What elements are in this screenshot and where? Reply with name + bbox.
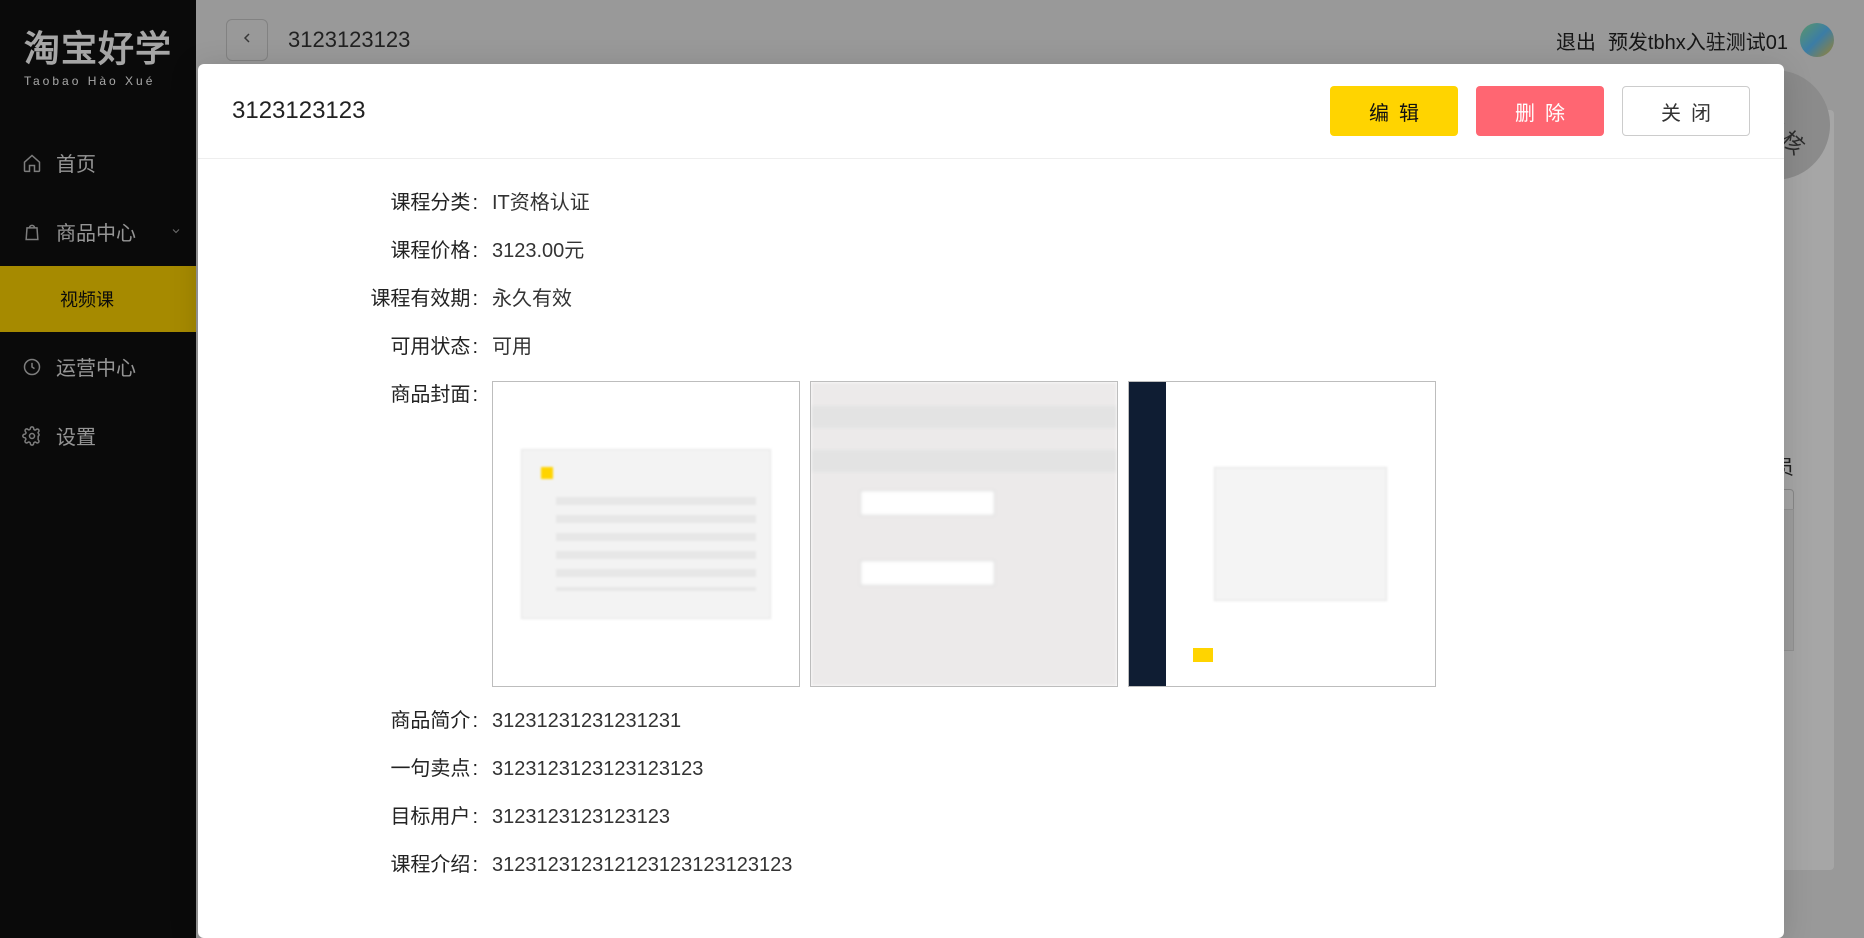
cover-thumbnail-1[interactable]	[492, 381, 800, 687]
sidebar-item-settings[interactable]: 设置	[0, 401, 196, 470]
sidebar-item-goods-center[interactable]: 商品中心	[0, 197, 196, 266]
sidebar-item-home[interactable]: 首页	[0, 128, 196, 197]
sidebar-item-label: 商品中心	[56, 217, 136, 246]
field-label: 商品简介	[278, 707, 478, 735]
modal-header: 3123123123 编辑 删除 关闭	[198, 64, 1784, 159]
sidebar-nav: 首页 商品中心 视频课 运营中心 设置	[0, 128, 196, 470]
field-label: 商品封面	[278, 381, 478, 409]
delete-button[interactable]: 删除	[1476, 86, 1604, 136]
username-label[interactable]: 预发tbhx入驻测试01	[1608, 26, 1788, 55]
sidebar-item-label: 视频课	[60, 286, 114, 312]
field-target-user: 目标用户 3123123123123123	[278, 803, 1734, 831]
sidebar: 淘宝好学 Taobao Hào Xué 首页 商品中心 视频课 运营中心	[0, 0, 196, 938]
field-intro: 课程介绍 312312312312123123123123123	[278, 851, 1734, 879]
field-value: 312312312312123123123123123	[492, 851, 792, 879]
topbar-left: 3123123123	[226, 19, 410, 61]
sidebar-item-operation-center[interactable]: 运营中心	[0, 332, 196, 401]
field-availability: 可用状态 可用	[278, 333, 1734, 361]
home-icon	[22, 153, 42, 173]
chevron-down-icon	[170, 224, 182, 240]
course-detail-modal: 3123123123 编辑 删除 关闭 课程分类 IT资格认证 课程价格 312…	[198, 64, 1784, 938]
modal-actions: 编辑 删除 关闭	[1330, 86, 1750, 136]
bag-icon	[22, 222, 42, 242]
avatar-icon[interactable]	[1800, 23, 1834, 57]
field-label: 课程价格	[278, 237, 478, 265]
back-button[interactable]	[226, 19, 268, 61]
close-button[interactable]: 关闭	[1622, 86, 1750, 136]
thumbnail-preview-icon	[811, 382, 1117, 686]
thumbnail-preview-icon	[521, 449, 772, 619]
field-covers: 商品封面	[278, 381, 1734, 687]
brand-logo: 淘宝好学 Taobao Hào Xué	[0, 0, 196, 98]
modal-body: 课程分类 IT资格认证 课程价格 3123.00元 课程有效期 永久有效 可用状…	[198, 159, 1784, 929]
clock-icon	[22, 357, 42, 377]
field-label: 课程介绍	[278, 851, 478, 879]
sidebar-item-video-course[interactable]: 视频课	[0, 266, 196, 332]
cover-thumbnail-3[interactable]	[1128, 381, 1436, 687]
edit-button[interactable]: 编辑	[1330, 86, 1458, 136]
page-title: 3123123123	[288, 27, 410, 53]
field-value: 31231231231231231	[492, 707, 681, 735]
topbar-right: 退出 预发tbhx入驻测试01	[1556, 23, 1834, 57]
sidebar-item-label: 设置	[56, 421, 96, 450]
field-label: 课程有效期	[278, 285, 478, 313]
modal-title: 3123123123	[232, 97, 365, 125]
thumbnail-preview-icon	[1129, 382, 1435, 686]
field-value: 3123123123123123123	[492, 755, 703, 783]
field-value: 3123.00元	[492, 237, 584, 265]
field-label: 一句卖点	[278, 755, 478, 783]
gear-icon	[22, 426, 42, 446]
field-selling-point: 一句卖点 3123123123123123123	[278, 755, 1734, 783]
sidebar-item-label: 运营中心	[56, 352, 136, 381]
field-label: 可用状态	[278, 333, 478, 361]
field-category: 课程分类 IT资格认证	[278, 189, 1734, 217]
cover-thumbnails	[492, 381, 1436, 687]
field-brief: 商品简介 31231231231231231	[278, 707, 1734, 735]
field-validity: 课程有效期 永久有效	[278, 285, 1734, 313]
brand-logo-text: 淘宝好学	[24, 20, 182, 72]
field-label: 目标用户	[278, 803, 478, 831]
field-value: 永久有效	[492, 285, 572, 313]
field-price: 课程价格 3123.00元	[278, 237, 1734, 265]
chevron-left-icon	[239, 29, 255, 52]
logout-link[interactable]: 退出	[1556, 26, 1596, 55]
cover-thumbnail-2[interactable]	[810, 381, 1118, 687]
sidebar-item-label: 首页	[56, 148, 96, 177]
field-value: 可用	[492, 333, 532, 361]
field-value: 3123123123123123	[492, 803, 670, 831]
brand-logo-subtext: Taobao Hào Xué	[24, 74, 182, 88]
field-label: 课程分类	[278, 189, 478, 217]
field-value: IT资格认证	[492, 189, 590, 217]
